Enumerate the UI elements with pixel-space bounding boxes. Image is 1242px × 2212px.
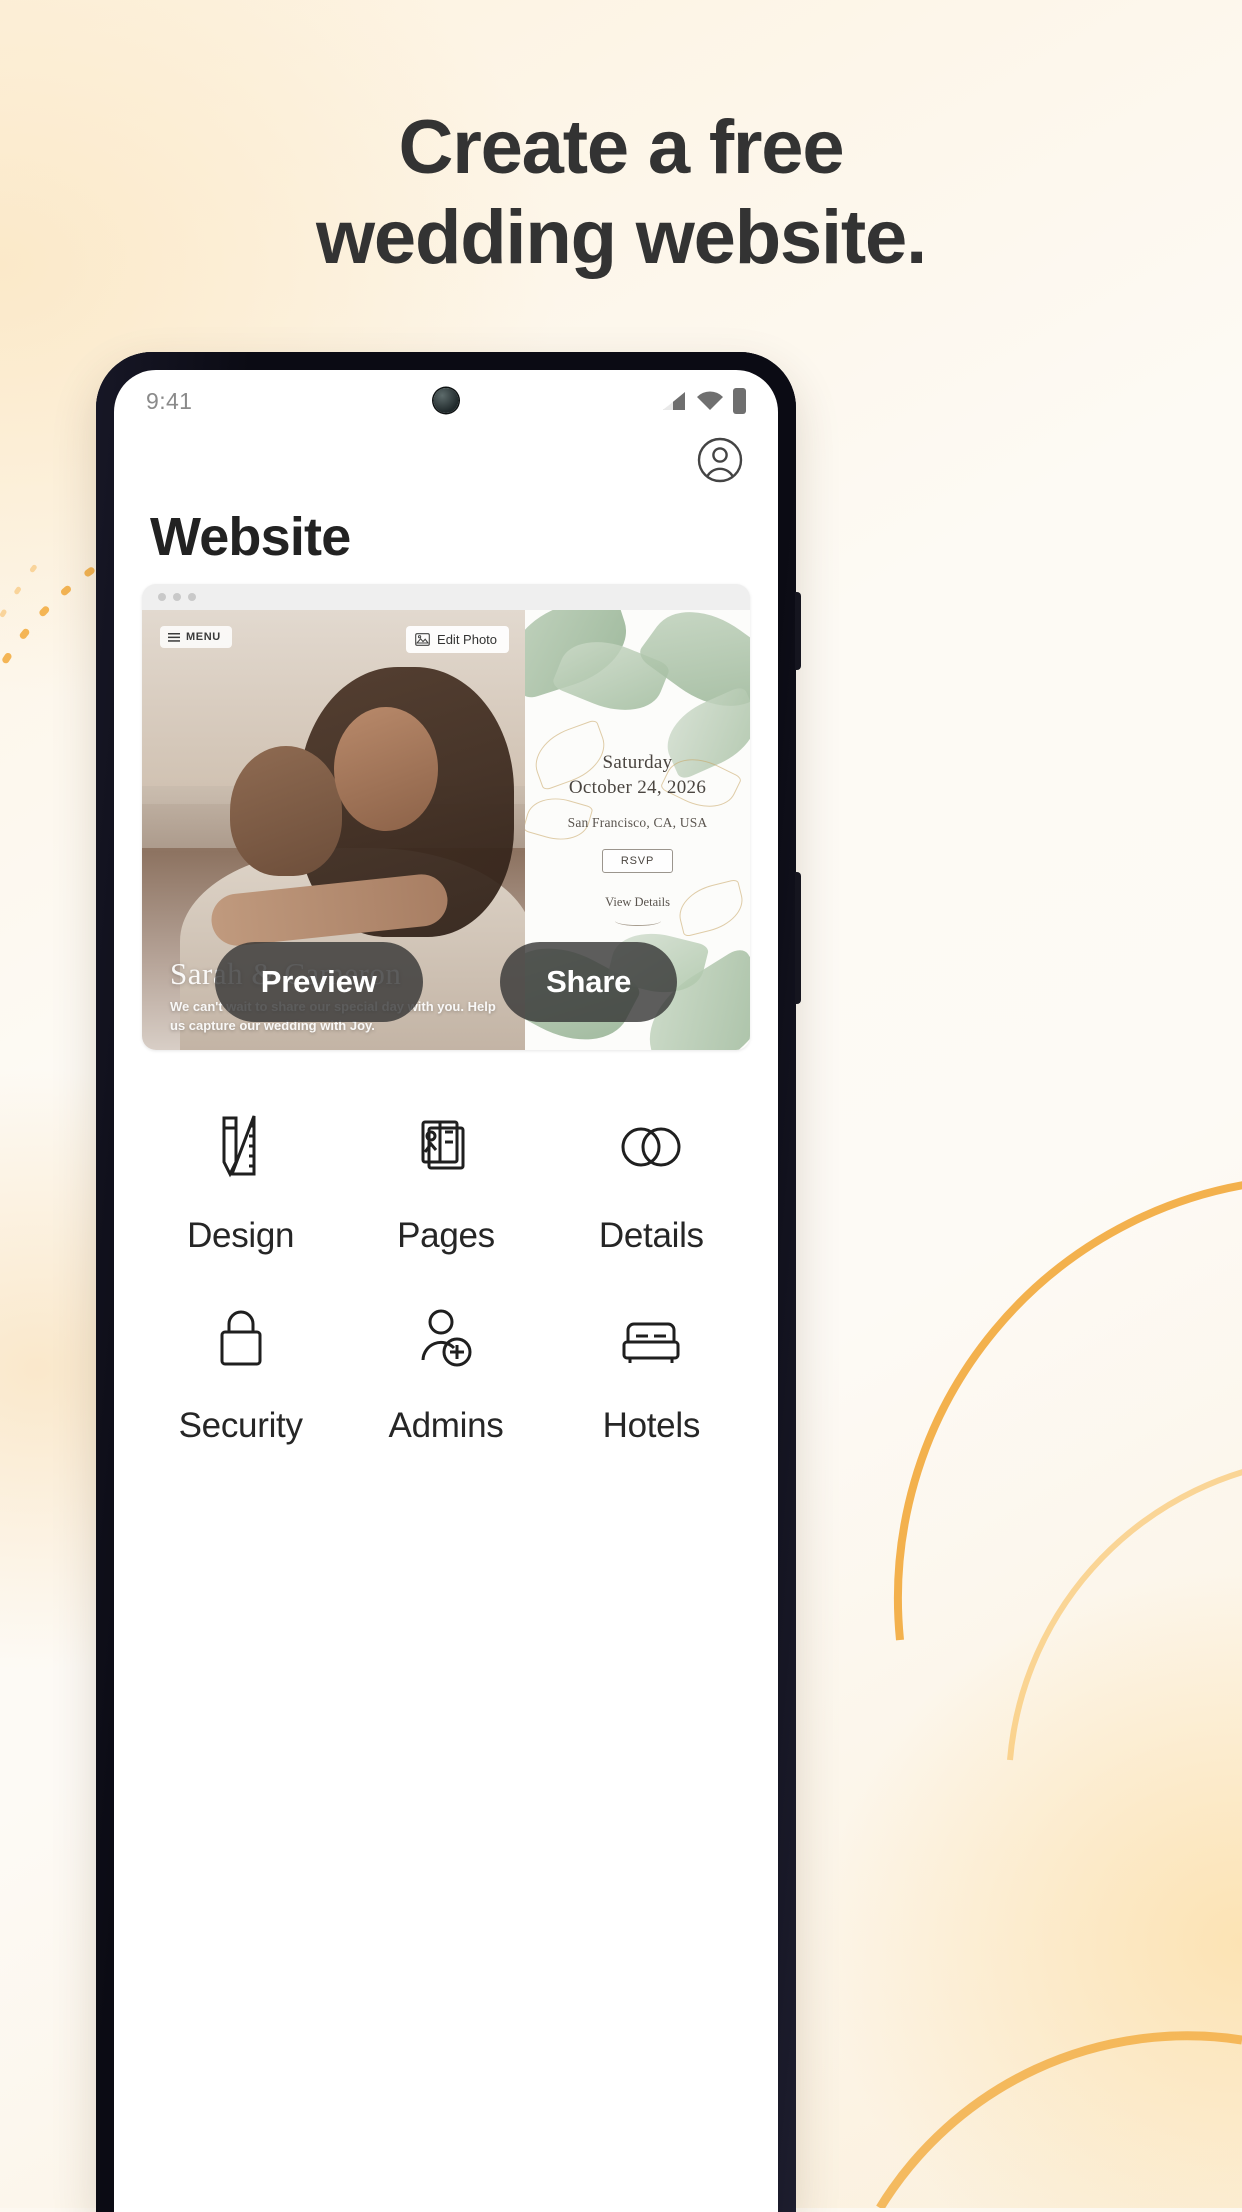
grid-label: Pages — [397, 1216, 495, 1255]
website-preview-body: MENU Edit Photo Sarah & Cameron We can't… — [142, 610, 750, 1050]
wifi-icon — [697, 391, 723, 410]
phone-mockup: 9:41 Website MENU Edit Photo Sarah We ca… — [96, 352, 801, 2212]
rsvp-button[interactable]: RSVP — [601, 849, 674, 873]
phone-screen: 9:41 Website MENU Edit Photo Sarah We ca… — [114, 370, 778, 2212]
grid-label: Design — [187, 1216, 295, 1255]
phone-volume-button — [795, 872, 801, 1004]
grid-label: Security — [178, 1406, 303, 1445]
view-details-link[interactable]: View Details — [525, 895, 750, 910]
grid-item-security[interactable]: Security — [138, 1294, 343, 1446]
interlocking-rings-icon — [608, 1104, 694, 1190]
lock-icon — [198, 1294, 284, 1380]
grid-item-details[interactable]: Details — [549, 1104, 754, 1256]
status-time: 9:41 — [146, 387, 193, 414]
share-button[interactable]: Share — [500, 942, 678, 1022]
hamburger-icon — [168, 632, 180, 642]
app-header — [114, 432, 778, 484]
status-bar: 9:41 — [114, 370, 778, 432]
browser-chrome-bar — [142, 584, 750, 610]
photo-head-left — [230, 746, 343, 877]
browser-dot — [188, 593, 196, 601]
add-person-icon — [403, 1294, 489, 1380]
grid-item-pages[interactable]: Pages — [343, 1104, 548, 1256]
decorative-swoosh — [614, 916, 661, 926]
grid-label: Details — [598, 1216, 704, 1255]
screen-title: Website — [150, 507, 351, 567]
camera-punchhole-icon — [433, 388, 459, 413]
edit-photo-label: Edit Photo — [437, 632, 498, 647]
preview-actions: Preview Share — [142, 942, 750, 1022]
headline-line-2: wedding website. — [316, 194, 927, 280]
site-menu-chip[interactable]: MENU — [160, 626, 232, 648]
photo-head-right — [333, 706, 438, 831]
bed-icon — [608, 1294, 694, 1380]
site-menu-label: MENU — [186, 631, 221, 643]
phone-power-button — [795, 592, 801, 670]
grid-label: Admins — [388, 1406, 504, 1445]
edit-photo-button[interactable]: Edit Photo — [406, 626, 510, 653]
invitation-location: San Francisco, CA, USA — [567, 815, 708, 830]
grid-item-design[interactable]: Design — [138, 1104, 343, 1256]
account-circle-icon[interactable] — [696, 436, 744, 484]
invitation-date: October 24, 2026 — [568, 777, 707, 798]
image-edit-icon — [415, 633, 430, 646]
pencil-ruler-icon — [198, 1104, 284, 1190]
grid-item-hotels[interactable]: Hotels — [549, 1294, 754, 1446]
grid-label: Hotels — [602, 1406, 701, 1445]
pages-stack-icon — [403, 1104, 489, 1190]
browser-dot — [158, 593, 166, 601]
signal-icon — [663, 392, 685, 410]
invitation-text: Saturday October 24, 2026 San Francisco,… — [525, 610, 750, 926]
page-title: Create a free wedding website. — [0, 103, 1242, 282]
grid-item-admins[interactable]: Admins — [343, 1294, 548, 1446]
status-icons — [661, 388, 746, 414]
preview-button[interactable]: Preview — [214, 942, 423, 1022]
browser-dot — [173, 593, 181, 601]
invitation-day: Saturday — [602, 752, 673, 773]
website-preview-card[interactable]: MENU Edit Photo Sarah & Cameron We can't… — [142, 584, 750, 1050]
battery-icon — [733, 388, 746, 414]
headline-line-1: Create a free — [398, 105, 845, 190]
feature-grid: Design Pages Details Security Admins Hot… — [114, 1050, 778, 1446]
